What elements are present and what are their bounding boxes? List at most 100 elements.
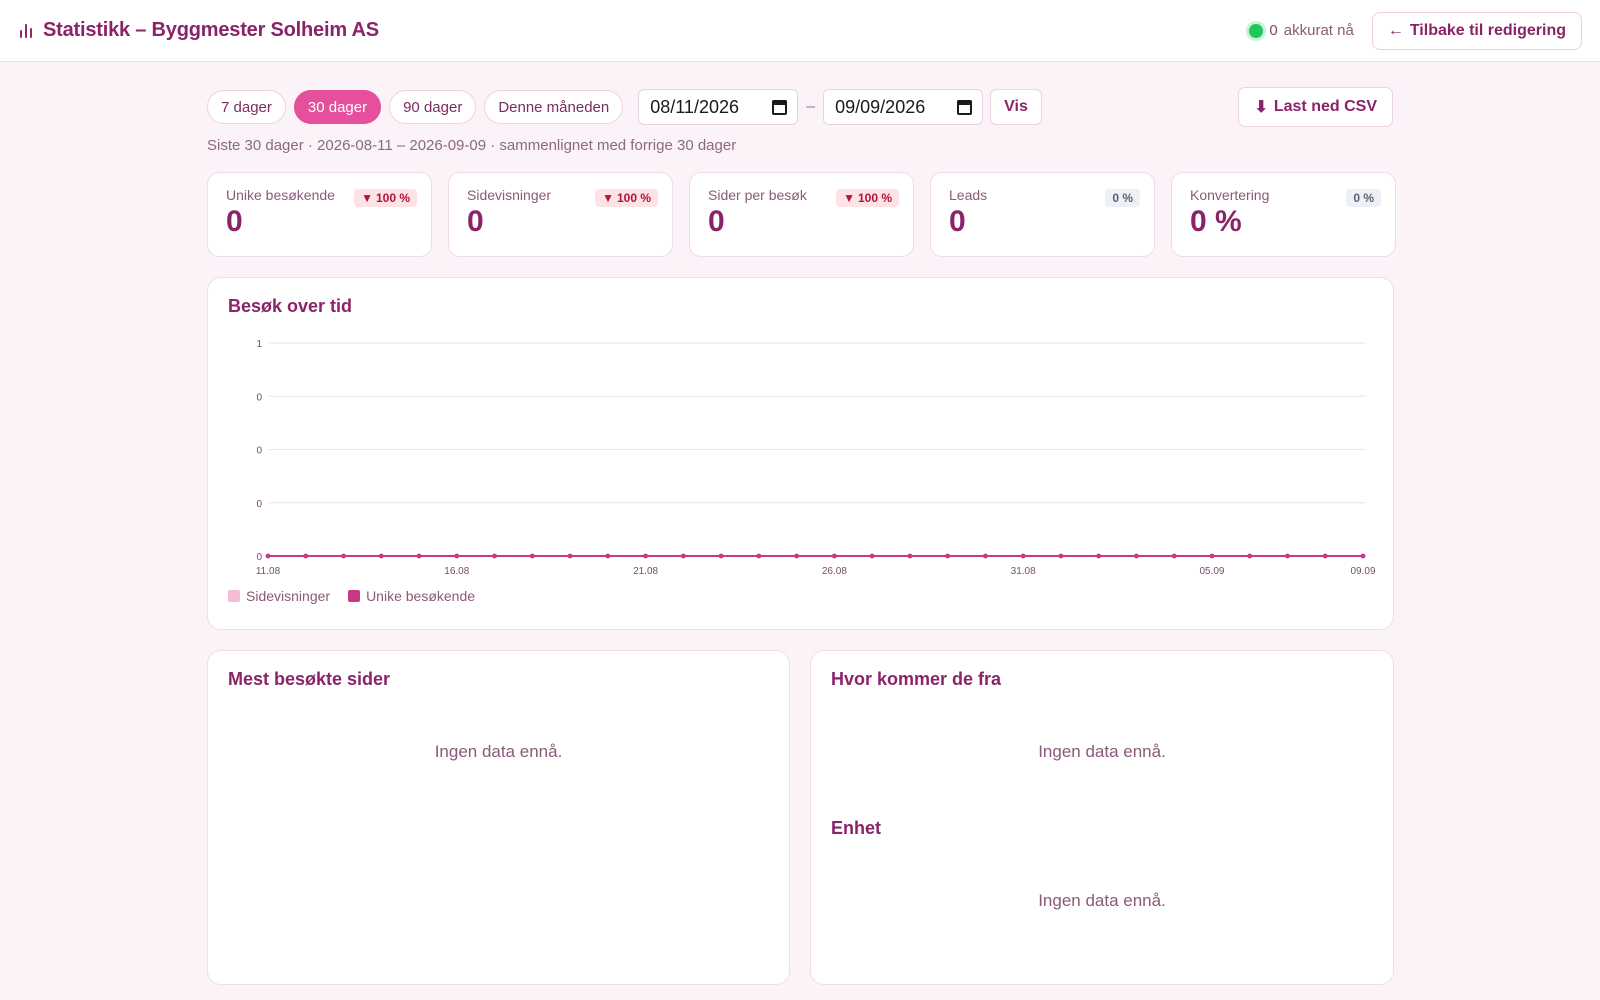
change-badge: 0 % <box>1105 189 1140 207</box>
x-tick-label: 21.08 <box>633 566 658 577</box>
stat-card-unique-visitors: Unike besøkende 0 ▼ 100 % <box>207 172 432 257</box>
date-from-value: 08/11/2026 <box>650 96 739 117</box>
top-bar: Statistikk – Byggmester Solheim AS 0 akk… <box>0 0 1600 62</box>
trend-down-icon: ▼ <box>361 191 373 205</box>
y-tick-label: 0 <box>256 446 262 457</box>
traffic-sources-panel: Hvor kommer de fra Ingen data ennå. Enhe… <box>810 650 1394 985</box>
x-tick-label: 31.08 <box>1011 566 1036 577</box>
change-badge: 0 % <box>1346 189 1381 207</box>
data-point <box>341 553 346 559</box>
show-button[interactable]: Vis <box>990 89 1042 125</box>
legend-item-unique-visitors[interactable]: Unike besøkende <box>348 588 475 604</box>
empty-state: Ingen data ennå. <box>1038 891 1166 910</box>
page-title: Statistikk – Byggmester Solheim AS <box>43 19 379 41</box>
empty-state: Ingen data ennå. <box>434 742 563 761</box>
empty-state: Ingen data ennå. <box>1038 742 1166 761</box>
change-value: 0 % <box>1353 191 1374 205</box>
data-point <box>794 553 800 559</box>
stat-value: 0 <box>708 205 725 238</box>
range-30-days-button[interactable]: 30 dager <box>293 90 382 124</box>
date-from-input[interactable]: 08/11/2026 <box>638 89 799 125</box>
data-point <box>831 553 837 559</box>
data-point <box>303 553 309 559</box>
date-to-value: 09/09/2026 <box>835 96 926 117</box>
change-value: 100 % <box>375 191 410 205</box>
trend-down-icon: ▼ <box>602 191 614 205</box>
x-tick-label: 11.08 <box>256 566 281 577</box>
data-point <box>1020 553 1026 559</box>
stat-value: 0 <box>949 205 966 238</box>
y-tick-label: 0 <box>256 499 262 510</box>
data-point <box>1322 553 1328 559</box>
data-point <box>680 553 686 559</box>
data-point <box>869 553 875 559</box>
visits-chart: 1 0 0 0 0 11.08 16.08 21.08 26.08 31.08 05.09 09.09 <box>256 339 1376 577</box>
live-count: 0 <box>1269 22 1278 39</box>
trend-down-icon: ▼ <box>843 191 855 205</box>
stat-card-pages-per-visit: Sider per besøk 0 ▼ 100 % <box>689 172 914 257</box>
data-point <box>1134 553 1139 559</box>
data-point <box>1247 553 1253 559</box>
sources-title: Hvor kommer de fra <box>831 669 1002 689</box>
change-badge: ▼ 100 % <box>595 189 658 207</box>
stat-cards: Unike besøkende 0 ▼ 100 % Sidevisninger 0… <box>207 172 1396 257</box>
stat-card-leads: Leads 0 0 % <box>930 172 1155 257</box>
stat-value: 0 % <box>1190 205 1242 238</box>
range-this-month-button[interactable]: Denne måneden <box>484 90 624 124</box>
data-point <box>416 553 422 559</box>
legend-label: Unike besøkende <box>366 588 476 604</box>
live-visitors: 0 akkurat nå <box>1249 22 1354 39</box>
live-status-dot-icon <box>1249 23 1264 38</box>
brand: Statistikk – Byggmester Solheim AS <box>20 19 379 42</box>
data-point <box>605 553 611 559</box>
x-tick-label: 09.09 <box>1350 566 1375 577</box>
calendar-icon[interactable] <box>957 99 973 115</box>
y-tick-label: 0 <box>256 552 262 563</box>
top-pages-title: Mest besøkte sider <box>228 669 391 689</box>
data-point <box>1360 553 1366 559</box>
data-point <box>265 553 271 559</box>
data-point <box>454 553 460 559</box>
top-pages-panel: Mest besøkte sider Ingen data ennå. <box>207 650 790 985</box>
legend-swatch <box>228 590 240 602</box>
legend-item-pageviews[interactable]: Sidevisninger <box>228 588 330 604</box>
legend-label: Sidevisninger <box>246 588 331 604</box>
back-to-editing-button[interactable]: ← Tilbake til redigering <box>1371 11 1582 50</box>
download-icon: ⬇ <box>1254 99 1268 116</box>
change-badge: ▼ 100 % <box>354 189 417 207</box>
stat-value: 0 <box>467 205 484 238</box>
live-label: akkurat nå <box>1283 22 1354 39</box>
legend-swatch <box>348 590 361 602</box>
data-point <box>529 553 535 559</box>
date-to-input[interactable]: 09/09/2026 <box>823 89 984 125</box>
calendar-icon[interactable] <box>772 99 788 115</box>
change-value: 100 % <box>616 191 651 205</box>
y-tick-label: 1 <box>256 339 262 350</box>
download-csv-button[interactable]: ⬇ Last ned CSV <box>1238 87 1393 127</box>
stat-card-pageviews: Sidevisninger 0 ▼ 100 % <box>448 172 673 257</box>
data-point <box>643 553 648 559</box>
back-button-label: Tilbake til redigering <box>1409 21 1566 39</box>
range-7-days-button[interactable]: 7 dager <box>207 90 286 124</box>
data-point <box>1209 553 1215 559</box>
date-separator: – <box>806 98 816 115</box>
change-badge: ▼ 100 % <box>836 189 899 207</box>
bar-chart-icon <box>20 23 35 38</box>
data-point <box>1096 553 1102 559</box>
x-tick-label: 26.08 <box>822 566 847 577</box>
range-90-days-button[interactable]: 90 dager <box>389 90 477 124</box>
period-summary: Siste 30 dager · 2026-08-11 – 2026-09-09… <box>207 137 737 154</box>
device-title: Enhet <box>831 818 882 838</box>
date-filter-bar: 7 dager 30 dager 90 dager Denne måneden … <box>207 87 1393 127</box>
data-point <box>756 553 762 559</box>
data-point <box>718 553 724 559</box>
data-point <box>1171 553 1177 559</box>
data-point <box>1285 553 1290 559</box>
data-point <box>378 553 384 559</box>
data-point <box>567 553 573 559</box>
x-tick-label: 05.09 <box>1199 566 1224 577</box>
y-tick-label: 0 <box>256 392 262 403</box>
stat-card-conversion: Konvertering 0 % 0 % <box>1171 172 1396 257</box>
download-csv-label: Last ned CSV <box>1273 98 1377 115</box>
chart-legend: Sidevisninger Unike besøkende <box>228 588 475 604</box>
